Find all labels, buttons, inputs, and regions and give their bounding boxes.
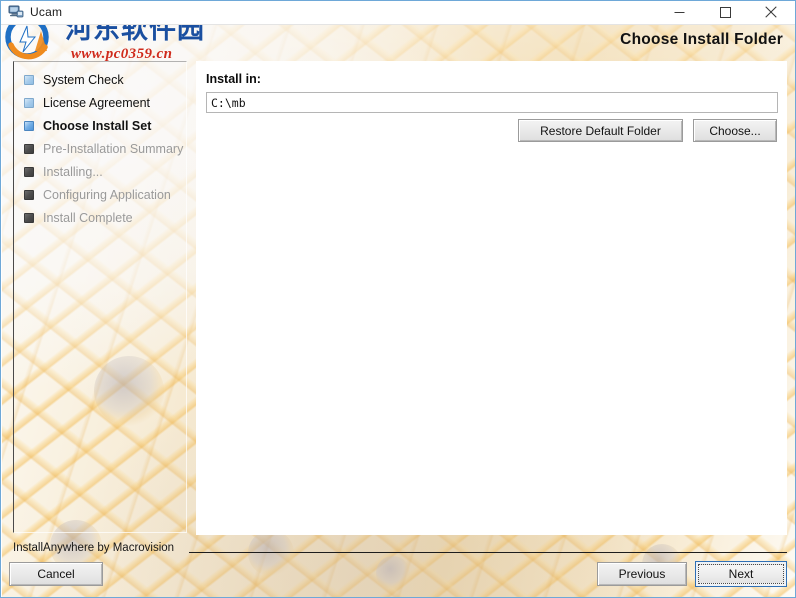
footer-divider — [189, 552, 787, 553]
window-title-bar: Ucam — [1, 1, 795, 25]
close-button[interactable] — [748, 1, 794, 23]
minimize-icon — [674, 11, 684, 13]
sidebar-item-install-complete: Install Complete — [24, 210, 133, 226]
sidebar-item-choose-install-set[interactable]: Choose Install Set — [24, 118, 151, 134]
sidebar-item-label: Install Complete — [43, 211, 133, 225]
cancel-button[interactable]: Cancel — [9, 562, 103, 586]
next-button-focus-ring: Next — [695, 561, 787, 587]
sidebar-item-license-agreement[interactable]: License Agreement — [24, 95, 150, 111]
sidebar-item-label: System Check — [43, 73, 124, 87]
step-marker-icon — [24, 144, 34, 154]
sidebar-item-installing: Installing... — [24, 164, 103, 180]
install-in-label: Install in: — [206, 72, 261, 86]
sidebar-item-system-check[interactable]: System Check — [24, 72, 124, 88]
installanywhere-brand-label: InstallAnywhere by Macrovision — [13, 542, 175, 554]
sidebar-item-label: Installing... — [43, 165, 103, 179]
step-marker-icon — [24, 75, 34, 85]
minimize-button[interactable] — [656, 1, 702, 23]
maximize-icon — [719, 6, 731, 18]
sidebar-item-label: License Agreement — [43, 96, 151, 110]
choose-folder-button[interactable]: Choose... — [693, 119, 777, 142]
page-title: Choose Install Folder — [620, 31, 783, 48]
title-bar-left-group: Ucam — [8, 4, 62, 20]
main-content-panel: Install in: Restore Default Folder Choos… — [196, 61, 787, 535]
sidebar-item-pre-installation-summary: Pre-Installation Summary — [24, 141, 183, 157]
sidebar-item-label: Configuring Application — [43, 188, 171, 202]
close-icon — [765, 6, 777, 18]
step-marker-icon — [24, 190, 34, 200]
install-path-input[interactable] — [206, 92, 778, 113]
next-button[interactable]: Next — [698, 564, 784, 584]
maximize-button[interactable] — [702, 1, 748, 23]
sidebar-item-label: Pre-Installation Summary — [43, 142, 184, 156]
step-marker-icon — [24, 167, 34, 177]
step-marker-icon — [24, 213, 34, 223]
window-title: Ucam — [30, 5, 63, 19]
step-marker-icon — [24, 98, 34, 108]
step-marker-icon — [24, 121, 34, 131]
folder-action-buttons: Restore Default Folder Choose... — [518, 119, 777, 142]
sidebar-item-configuring-application: Configuring Application — [24, 187, 171, 203]
sidebar-item-label: Choose Install Set — [43, 119, 152, 133]
computer-icon — [8, 4, 24, 20]
restore-default-folder-button[interactable]: Restore Default Folder — [518, 119, 683, 142]
install-steps-panel: System Check License Agreement Choose In… — [13, 61, 187, 533]
installer-window: Ucam Choose Install Folder 河东软件园 www.pc0… — [0, 0, 796, 598]
previous-button[interactable]: Previous — [597, 562, 687, 586]
